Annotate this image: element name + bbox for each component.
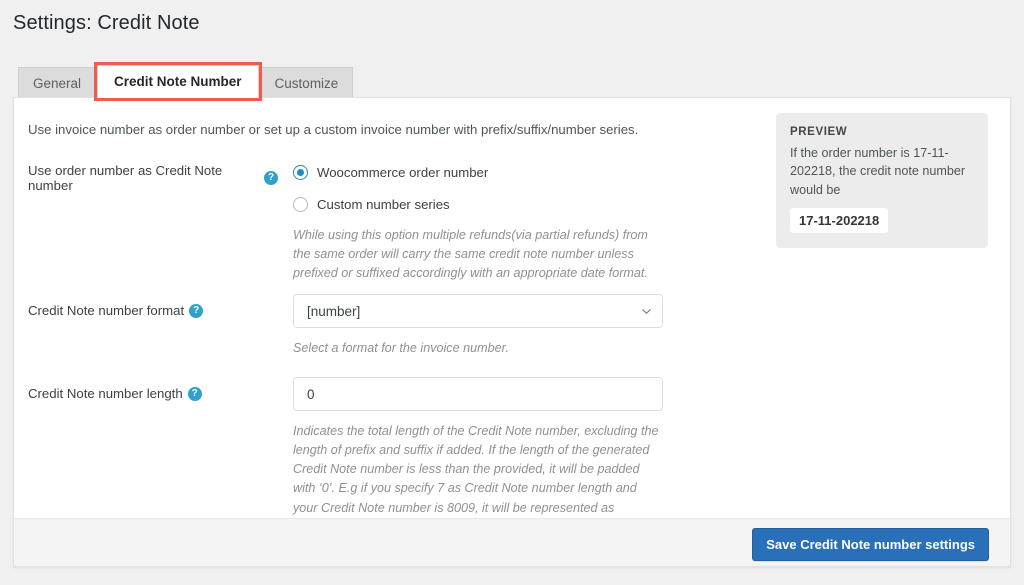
tab-credit-note-number[interactable]: Credit Note Number — [97, 65, 259, 98]
radio-custom-number-series-input[interactable] — [293, 196, 308, 212]
radio-option-woocommerce-order-number[interactable]: Woocommerce order number — [293, 163, 661, 181]
row-number-format-label: Credit Note number format ? — [28, 303, 278, 318]
settings-card-body: Use invoice number as order number or se… — [14, 98, 1010, 534]
order-number-hint: While using this option multiple refunds… — [293, 228, 648, 281]
number-format-select-wrap: [number] — [293, 294, 663, 328]
row-order-number-field: Woocommerce order number Custom number s… — [293, 163, 661, 283]
number-format-select[interactable]: [number] — [293, 294, 663, 328]
settings-card: Use invoice number as order number or se… — [13, 97, 1011, 567]
settings-card-footer: Save Credit Note number settings — [14, 518, 1010, 566]
preview-box: PREVIEW If the order number is 17-11-202… — [776, 113, 988, 248]
row-number-length-field: Indicates the total length of the Credit… — [293, 377, 663, 537]
preview-value-chip: 17-11-202218 — [790, 207, 889, 233]
row-number-format-field: [number] Select a format for the invoice… — [293, 294, 663, 358]
preview-title: PREVIEW — [790, 126, 848, 138]
help-question-icon[interactable]: ? — [187, 386, 202, 401]
settings-tab-bar: General Credit Note Number Customize — [18, 65, 354, 98]
page-title: Settings: Credit Note — [13, 12, 200, 34]
intro-description: Use invoice number as order number or se… — [28, 122, 639, 137]
row-number-length-label-text: Credit Note number length — [28, 386, 183, 401]
tab-customize[interactable]: Customize — [259, 67, 354, 98]
number-format-hint: Select a format for the invoice number. — [293, 341, 509, 355]
help-question-icon[interactable]: ? — [189, 303, 204, 318]
row-number-length-label: Credit Note number length ? — [28, 386, 278, 401]
number-length-input[interactable] — [293, 377, 663, 411]
row-order-number-label-text: Use order number as Credit Note number — [28, 163, 223, 193]
radio-option-custom-number-series[interactable]: Custom number series — [293, 195, 661, 213]
row-number-format-label-text: Credit Note number format — [28, 303, 185, 318]
row-order-number-label: Use order number as Credit Note number ? — [28, 163, 278, 193]
radio-woocommerce-order-number-input[interactable] — [293, 164, 308, 180]
tab-general[interactable]: General — [18, 67, 97, 98]
help-question-icon[interactable]: ? — [264, 171, 278, 185]
radio-woocommerce-order-number-label: Woocommerce order number — [317, 164, 489, 180]
save-credit-note-number-settings-button[interactable]: Save Credit Note number settings — [752, 528, 989, 561]
preview-description: If the order number is 17-11-202218, the… — [790, 146, 966, 197]
radio-custom-number-series-label: Custom number series — [317, 196, 450, 212]
